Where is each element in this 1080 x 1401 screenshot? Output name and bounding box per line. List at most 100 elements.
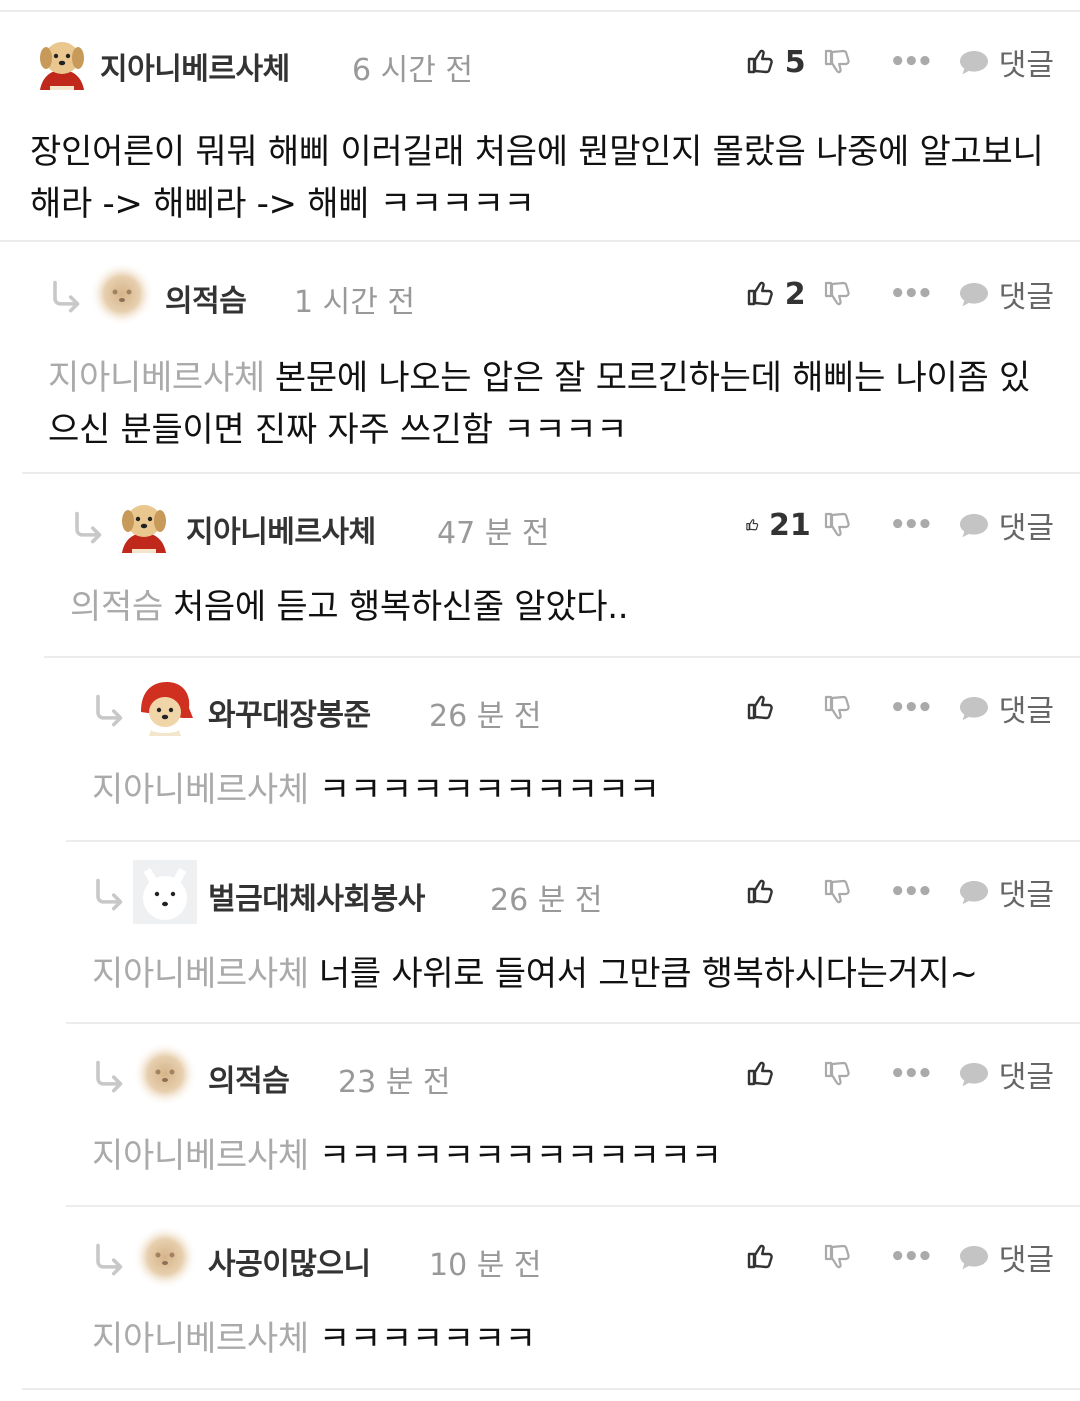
puppy-red-hood-icon	[133, 682, 197, 744]
more-button[interactable]: •••	[889, 510, 933, 540]
comment-actions: ••• 댓글	[745, 1052, 1054, 1096]
like-button[interactable]	[745, 1242, 811, 1272]
like-button[interactable]	[745, 1059, 811, 1089]
dislike-button[interactable]	[819, 279, 855, 309]
comment-body: 의적슴 처음에 듣고 행복하신줄 알았다..	[70, 581, 1050, 633]
thumbs-down-icon	[824, 1061, 850, 1086]
comment-actions: ••• 댓글	[745, 1235, 1054, 1279]
blurred-puppy-icon	[133, 1042, 197, 1110]
dislike-button[interactable]	[819, 1242, 855, 1272]
more-dots-icon: •••	[889, 47, 933, 77]
reply-button[interactable]: 댓글	[957, 503, 1054, 547]
nickname[interactable]: 지아니베르사체	[100, 44, 290, 88]
speech-bubble-icon	[959, 697, 988, 721]
dislike-button[interactable]	[819, 510, 855, 540]
like-count: 2	[784, 276, 806, 312]
reply-arrow-icon	[96, 878, 123, 911]
reply-button[interactable]: 댓글	[957, 686, 1054, 730]
more-dots-icon: •••	[889, 877, 933, 907]
reply-button[interactable]: 댓글	[957, 1052, 1054, 1096]
timestamp: 1 시간 전	[294, 285, 415, 320]
reply-button[interactable]: 댓글	[957, 272, 1054, 316]
comment-text: ㅋㅋㅋㅋㅋㅋㅋㅋㅋㅋㅋㅋㅋ	[318, 1136, 722, 1176]
like-button[interactable]	[745, 877, 811, 907]
comment-text: 장인어른이 뭐뭐 해삐 이러길래 처음에 뭔말인지 몰랐음 나중에 알고보니 해…	[30, 132, 1044, 224]
comment-header: 벌금대체사회봉사 26 분 전 ••• 댓글	[0, 860, 1080, 924]
reply-arrow-icon	[96, 1060, 123, 1093]
avatar[interactable]	[133, 1042, 197, 1106]
reply-arrow-icon	[53, 280, 80, 313]
thumbs-up-icon	[746, 519, 759, 531]
avatar[interactable]	[90, 262, 154, 326]
dislike-button[interactable]	[819, 47, 855, 77]
speech-bubble-icon	[959, 1063, 988, 1087]
dislike-button[interactable]	[819, 693, 855, 723]
reply-label: 댓글	[998, 1060, 1054, 1095]
avatar[interactable]	[133, 676, 197, 740]
timestamp: 47 분 전	[437, 516, 550, 551]
nickname[interactable]: 사공이많으니	[208, 1239, 371, 1283]
thumbs-up-icon	[747, 1244, 773, 1269]
reply-button[interactable]: 댓글	[957, 40, 1054, 84]
comment-header: 지아니베르사체 47 분 전 21 ••• 댓글	[0, 493, 1080, 557]
thumbs-up-icon	[747, 281, 773, 306]
thumbs-down-icon	[824, 695, 850, 720]
nickname[interactable]: 의적슴	[165, 276, 247, 320]
mention[interactable]: 의적슴	[70, 587, 163, 627]
more-button[interactable]: •••	[889, 47, 933, 77]
top-divider	[0, 10, 1080, 12]
comment-divider	[66, 840, 1080, 842]
comment-text: 너를 사위로 들여서 그만큼 행복하시다는거지~	[318, 954, 978, 994]
avatar[interactable]	[30, 30, 94, 94]
comment-divider	[66, 1205, 1080, 1207]
comment-text: ㅋㅋㅋㅋㅋㅋㅋㅋㅋㅋㅋ	[318, 770, 660, 810]
comment-item: 벌금대체사회봉사 26 분 전 ••• 댓글 지아니베르사체 너를 사위로 들여서 그만큼…	[0, 860, 1080, 1022]
mention[interactable]: 지아니베르사체	[92, 770, 309, 810]
reply-label: 댓글	[998, 694, 1054, 729]
reply-label: 댓글	[998, 48, 1054, 83]
avatar[interactable]	[133, 860, 197, 924]
thumbs-down-icon	[824, 49, 850, 74]
like-button[interactable]: 5	[745, 45, 811, 80]
comment-item: 지아니베르사체 6 시간 전 5 ••• 댓글 장인어른이 뭐뭐 해삐 이러길래 처음에 …	[0, 30, 1080, 240]
comment-actions: 21 ••• 댓글	[745, 503, 1054, 547]
nickname[interactable]: 지아니베르사체	[186, 507, 376, 551]
mention[interactable]: 지아니베르사체	[48, 358, 265, 398]
reply-button[interactable]: 댓글	[957, 1235, 1054, 1279]
dislike-button[interactable]	[819, 877, 855, 907]
comment-body: 지아니베르사체 ㅋㅋㅋㅋㅋㅋㅋㅋㅋㅋㅋ	[92, 764, 1050, 816]
reply-button[interactable]: 댓글	[957, 870, 1054, 914]
comment-body: 지아니베르사체 너를 사위로 들여서 그만큼 행복하시다는거지~	[92, 948, 1050, 1000]
puppy-red-cape-icon	[112, 505, 176, 561]
like-button[interactable]: 2	[745, 277, 811, 312]
avatar[interactable]	[112, 493, 176, 557]
timestamp: 26 분 전	[429, 699, 542, 734]
more-dots-icon: •••	[889, 1242, 933, 1272]
more-button[interactable]: •••	[889, 1059, 933, 1089]
comment-body: 장인어른이 뭐뭐 해삐 이러길래 처음에 뭔말인지 몰랐음 나중에 알고보니 해…	[30, 126, 1050, 230]
comment-divider	[0, 240, 1080, 242]
comment-divider	[66, 1022, 1080, 1024]
comment-body: 지아니베르사체 ㅋㅋㅋㅋㅋㅋㅋㅋㅋㅋㅋㅋㅋ	[92, 1130, 1050, 1182]
speech-bubble-icon	[959, 1246, 988, 1270]
more-button[interactable]: •••	[889, 877, 933, 907]
more-button[interactable]: •••	[889, 279, 933, 309]
nickname[interactable]: 벌금대체사회봉사	[208, 874, 425, 918]
mention[interactable]: 지아니베르사체	[92, 954, 309, 994]
more-button[interactable]: •••	[889, 1242, 933, 1272]
comment-header: 의적슴 23 분 전 ••• 댓글	[0, 1042, 1080, 1106]
more-dots-icon: •••	[889, 510, 933, 540]
comment-header: 와꾸대장봉준 26 분 전 ••• 댓글	[0, 676, 1080, 740]
nickname[interactable]: 의적슴	[208, 1056, 290, 1100]
thumbs-up-icon	[747, 1061, 773, 1086]
mention[interactable]: 지아니베르사체	[92, 1136, 309, 1176]
avatar[interactable]	[133, 1225, 197, 1289]
dislike-button[interactable]	[819, 1059, 855, 1089]
more-dots-icon: •••	[889, 693, 933, 723]
like-button[interactable]	[745, 693, 811, 723]
mention[interactable]: 지아니베르사체	[92, 1319, 309, 1359]
more-dots-icon: •••	[889, 1059, 933, 1089]
nickname[interactable]: 와꾸대장봉준	[208, 690, 371, 734]
more-button[interactable]: •••	[889, 693, 933, 723]
like-button[interactable]: 21	[745, 508, 811, 543]
